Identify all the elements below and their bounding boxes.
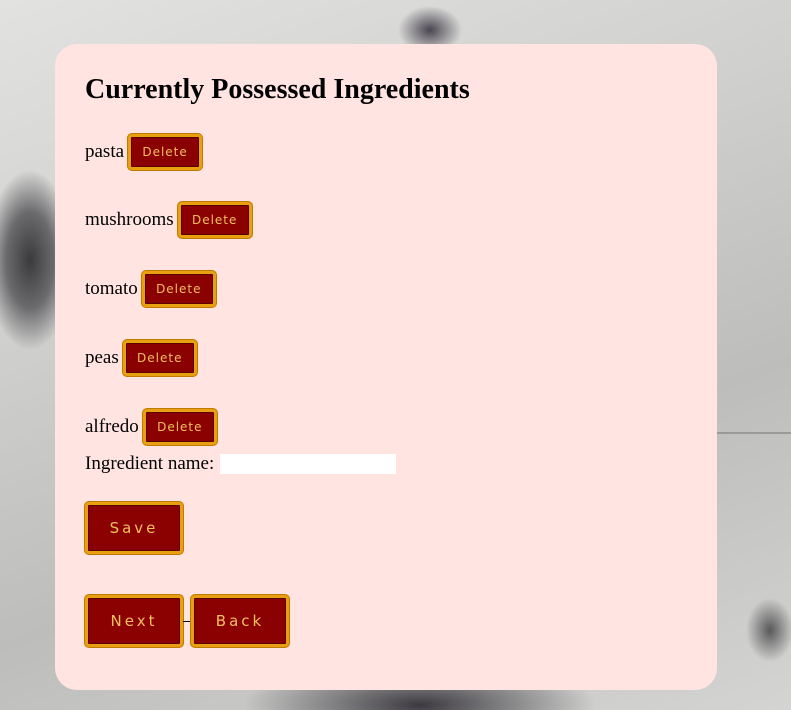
ingredient-name: peas bbox=[85, 347, 119, 368]
ingredient-name: pasta bbox=[85, 141, 125, 162]
ingredient-name-field-row: Ingredient name: bbox=[85, 452, 397, 476]
delete-peas-button[interactable]: Delete bbox=[122, 340, 197, 376]
delete-alfredo-button[interactable]: Delete bbox=[142, 409, 217, 445]
delete-tomato-button[interactable]: Delete bbox=[141, 271, 216, 307]
background-line bbox=[711, 432, 791, 434]
save-button[interactable]: Save bbox=[85, 502, 183, 554]
navigation-buttons: Next Back bbox=[85, 595, 289, 647]
page-title: Currently Possessed Ingredients bbox=[85, 74, 470, 105]
ingredient-name-label: Ingredient name: bbox=[85, 453, 215, 474]
delete-mushrooms-button[interactable]: Delete bbox=[177, 202, 252, 238]
ingredients-card: Currently Possessed Ingredients pasta De… bbox=[55, 44, 717, 690]
ingredient-name: alfredo bbox=[85, 416, 139, 437]
ingredient-name: tomato bbox=[85, 278, 138, 299]
back-button[interactable]: Back bbox=[191, 595, 289, 647]
button-connector bbox=[183, 620, 191, 622]
ingredient-item-pasta: pasta Delete bbox=[85, 134, 203, 170]
delete-pasta-button[interactable]: Delete bbox=[128, 134, 203, 170]
ingredient-name-input[interactable] bbox=[220, 454, 397, 474]
next-button[interactable]: Next bbox=[85, 595, 183, 647]
ingredient-item-tomato: tomato Delete bbox=[85, 271, 216, 307]
ingredient-item-mushrooms: mushrooms Delete bbox=[85, 202, 252, 238]
ingredient-item-alfredo: alfredo Delete bbox=[85, 409, 217, 445]
ingredient-name: mushrooms bbox=[85, 209, 174, 230]
ingredient-item-peas: peas Delete bbox=[85, 340, 197, 376]
